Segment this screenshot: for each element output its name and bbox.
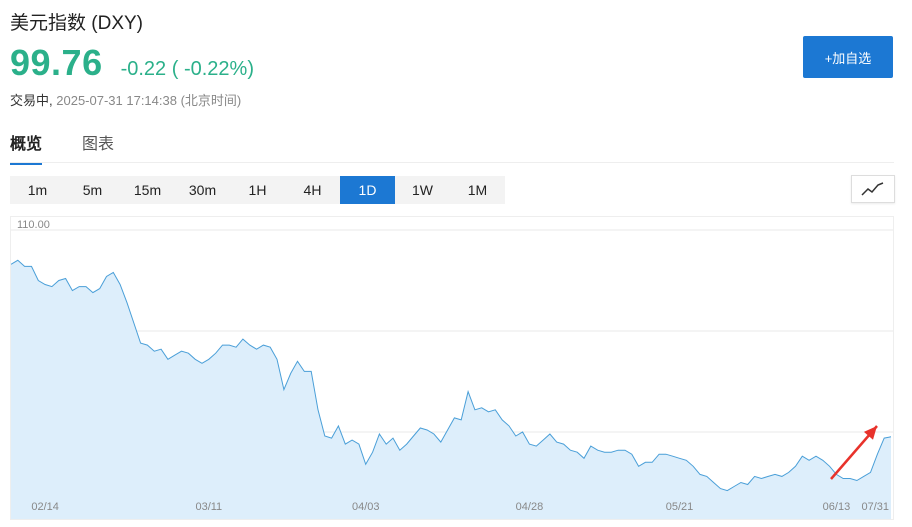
period-1h[interactable]: 1H: [230, 176, 285, 204]
price-area: [11, 260, 891, 519]
x-tick-label: 06/13: [823, 501, 851, 513]
trading-status-label: 交易中,: [10, 93, 53, 108]
x-tick-label: 02/14: [31, 501, 59, 513]
x-tick-label: 04/28: [516, 501, 544, 513]
tabs-divider: [10, 162, 894, 163]
y-tick-label: 110.00: [17, 219, 50, 231]
period-1m[interactable]: 1m: [10, 176, 65, 204]
line-chart-icon: [861, 182, 884, 196]
add-to-watchlist-button[interactable]: +加自选: [803, 36, 893, 78]
period-30m[interactable]: 30m: [175, 176, 230, 204]
period-1mo[interactable]: 1M: [450, 176, 505, 204]
tab-overview[interactable]: 概览: [10, 130, 43, 165]
tab-chart[interactable]: 图表: [82, 130, 114, 165]
view-tabs: 概览 图表: [10, 130, 154, 165]
period-selector: 1m 5m 15m 30m 1H 4H 1D 1W 1M: [10, 176, 505, 204]
x-tick-label: 07/31: [861, 501, 889, 513]
period-4h[interactable]: 4H: [285, 176, 340, 204]
price-chart[interactable]: 110.00105.00100.0002/1403/1104/0304/2805…: [10, 216, 894, 520]
period-1w[interactable]: 1W: [395, 176, 450, 204]
x-tick-label: 05/21: [666, 501, 694, 513]
price-change: -0.22 ( -0.22%): [120, 58, 254, 80]
chart-type-button[interactable]: [851, 175, 895, 203]
quote-row: 99.76 -0.22 ( -0.22%): [10, 42, 254, 84]
trading-status: 交易中, 2025-07-31 17:14:38 (北京时间): [10, 90, 241, 109]
period-15m[interactable]: 15m: [120, 176, 175, 204]
x-tick-label: 03/11: [195, 501, 222, 513]
quote-timestamp: 2025-07-31 17:14:38 (北京时间): [56, 93, 242, 108]
x-tick-label: 04/03: [352, 501, 380, 513]
price-chart-svg: 110.00105.00100.0002/1403/1104/0304/2805…: [11, 219, 893, 519]
last-price: 99.76: [10, 42, 103, 83]
period-1d[interactable]: 1D: [340, 176, 395, 204]
instrument-title: 美元指数 (DXY): [10, 13, 144, 34]
period-5m[interactable]: 5m: [65, 176, 120, 204]
